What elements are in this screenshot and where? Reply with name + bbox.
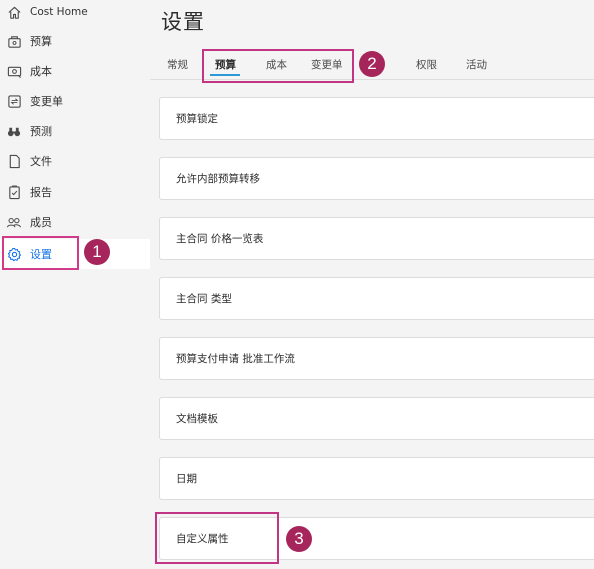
sidebar-item-label: 报告 [30,186,52,199]
tab-cost[interactable]: 成本 [266,57,287,72]
sidebar-item-cost[interactable]: 成本 [0,56,150,86]
sidebar-item-label: 预测 [30,125,52,138]
callout-badge-2: 2 [359,51,385,77]
report-icon [6,184,22,200]
change-order-icon [6,93,22,109]
settings-card-internal-budget-transfer[interactable]: 允许内部预算转移 [159,157,594,200]
tab-change-order[interactable]: 变更单 [311,57,343,72]
tab-budget[interactable]: 预算 [215,57,236,72]
sidebar-item-label: 成员 [30,216,52,229]
members-icon [6,214,22,230]
gear-icon [6,246,22,262]
callout-badge-1: 1 [84,239,110,265]
sidebar-item-cost-home[interactable]: Cost Home [0,0,150,27]
home-icon [6,4,22,20]
sidebar-item-label: 成本 [30,65,52,78]
settings-card-dates[interactable]: 日期 [159,457,594,500]
card-label: 文档模板 [176,413,218,425]
settings-card-budget-lock[interactable]: 预算锁定 [159,97,594,140]
page-title: 设置 [161,10,205,34]
sidebar-item-label: Cost Home [30,6,88,18]
settings-card-main-contract-type[interactable]: 主合同 类型 [159,277,594,320]
sidebar: Cost Home 预算 成本 变更单 预测 文件 报告 成员 设置 [0,0,150,569]
sidebar-item-label: 变更单 [30,95,63,108]
card-label: 预算支付申请 批准工作流 [176,353,295,365]
settings-card-document-templates[interactable]: 文档模板 [159,397,594,440]
sidebar-item-settings[interactable]: 设置 [0,239,150,269]
sidebar-item-reports[interactable]: 报告 [0,177,150,207]
sidebar-item-label: 设置 [30,248,52,261]
card-label: 允许内部预算转移 [176,173,260,185]
card-label: 自定义属性 [176,533,229,545]
settings-card-main-contract-schedule[interactable]: 主合同 价格一览表 [159,217,594,260]
tab-permissions[interactable]: 权限 [416,57,437,72]
active-tab-indicator [210,74,240,76]
tabs-divider [150,79,594,80]
sidebar-item-budget[interactable]: 预算 [0,26,150,56]
sidebar-item-label: 预算 [30,35,52,48]
settings-card-payment-approval-workflow[interactable]: 预算支付申请 批准工作流 [159,337,594,380]
sidebar-item-members[interactable]: 成员 [0,207,150,237]
cost-icon [6,63,22,79]
sidebar-item-change-order[interactable]: 变更单 [0,86,150,116]
callout-badge-3: 3 [286,526,312,552]
card-label: 日期 [176,473,197,485]
card-label: 主合同 类型 [176,293,232,305]
forecast-icon [6,123,22,139]
card-label: 预算锁定 [176,113,218,125]
tab-activity[interactable]: 活动 [466,57,487,72]
sidebar-item-files[interactable]: 文件 [0,146,150,176]
tab-general[interactable]: 常规 [167,57,188,72]
sidebar-item-forecast[interactable]: 预测 [0,116,150,146]
settings-card-custom-attributes[interactable]: 自定义属性 [159,517,594,560]
card-label: 主合同 价格一览表 [176,233,264,245]
budget-icon [6,33,22,49]
settings-main: 设置 常规 预算 成本 变更单 权限 活动 预算锁定 允许内部预算转移 主合同 … [150,0,594,569]
sidebar-item-label: 文件 [30,155,52,168]
file-icon [6,153,22,169]
